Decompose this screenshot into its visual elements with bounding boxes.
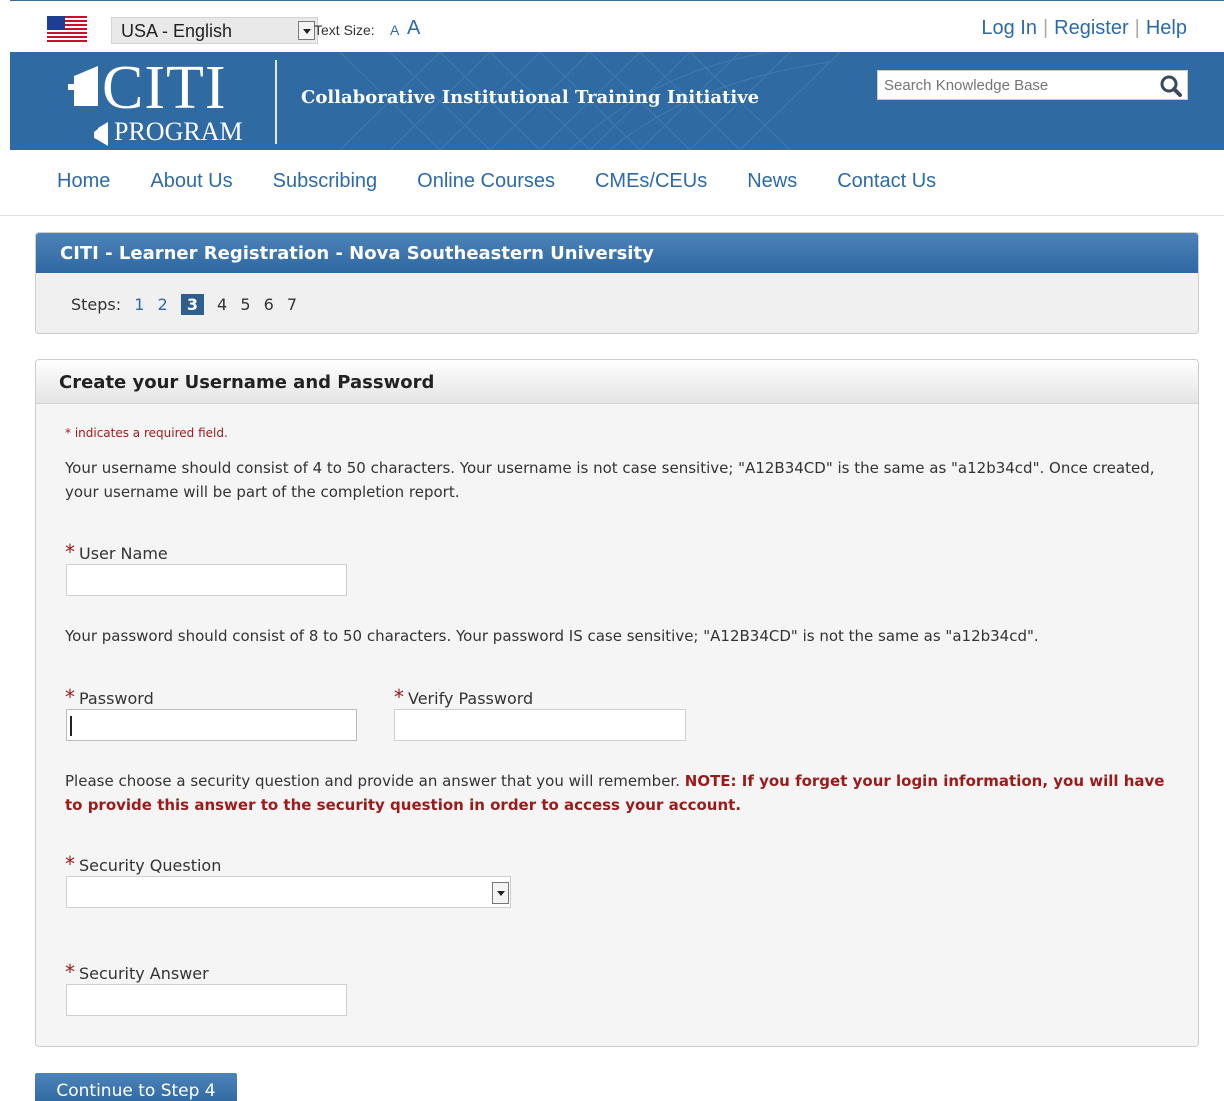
step-link-2[interactable]: 2 <box>158 295 168 314</box>
required-field-note: * indicates a required field. <box>65 426 228 440</box>
verify-password-input[interactable] <box>394 709 686 741</box>
language-select-value: USA - English <box>121 21 233 41</box>
security-answer-label: * Security Answer <box>65 960 209 984</box>
logo-program-text: PROGRAM <box>114 117 243 146</box>
nav-item-contact-us[interactable]: Contact Us <box>837 170 936 192</box>
username-input[interactable] <box>66 564 347 596</box>
required-star: * <box>394 685 404 709</box>
search-icon[interactable] <box>1159 74 1183 98</box>
language-select[interactable]: USA - English <box>111 17 318 44</box>
password-help-text: Your password should consist of 8 to 50 … <box>65 627 1039 645</box>
steps-indicator: Steps: 1 2 3 4 5 6 7 <box>71 294 298 315</box>
step-7: 7 <box>286 295 298 314</box>
search-input[interactable] <box>878 71 1143 99</box>
register-link[interactable]: Register <box>1054 17 1128 39</box>
nav-divider <box>0 215 1224 216</box>
required-star: * <box>65 540 75 564</box>
username-help-text: Your username should consist of 4 to 50 … <box>65 459 1155 501</box>
required-star: * <box>65 852 75 876</box>
security-question-select[interactable] <box>66 876 511 908</box>
chevron-down-icon[interactable] <box>298 21 315 40</box>
step-5: 5 <box>240 295 251 314</box>
link-separator: | <box>1134 17 1140 39</box>
nav-item-about-us[interactable]: About Us <box>150 170 232 192</box>
top-bar: USA - English Text Size: A A Log In | Regi… <box>10 0 1224 52</box>
verify-password-label: * Verify Password <box>394 685 533 709</box>
logo-divider <box>275 60 277 144</box>
nav-item-home[interactable]: Home <box>57 170 110 192</box>
steps-label: Steps: <box>71 295 122 314</box>
password-label-text: Password <box>79 689 154 708</box>
step-link-1[interactable]: 1 <box>134 295 144 314</box>
chevron-down-icon[interactable] <box>492 882 509 904</box>
login-link[interactable]: Log In <box>981 17 1037 39</box>
knowledge-base-search <box>877 70 1188 100</box>
step-4: 4 <box>217 295 228 314</box>
help-link[interactable]: Help <box>1146 17 1187 39</box>
security-question-label-text: Security Question <box>79 856 222 875</box>
account-links: Log In | Register | Help <box>981 17 1187 40</box>
required-star: * <box>65 960 75 984</box>
username-label-text: User Name <box>79 544 168 563</box>
security-help-text: Please choose a security question and pr… <box>65 769 1175 817</box>
security-answer-input[interactable] <box>66 984 347 1016</box>
us-flag-icon <box>47 16 87 42</box>
username-label: * User Name <box>65 540 168 564</box>
continue-button[interactable]: Continue to Step 4 <box>35 1073 237 1101</box>
registration-panel: CITI - Learner Registration - Nova South… <box>35 232 1199 334</box>
nav-item-subscribing[interactable]: Subscribing <box>273 170 378 192</box>
logo-citi-text: CITI <box>102 54 227 122</box>
nav-item-online-courses[interactable]: Online Courses <box>417 170 555 192</box>
nav-item-news[interactable]: News <box>747 170 797 192</box>
security-help-plain: Please choose a security question and pr… <box>65 772 680 790</box>
link-separator: | <box>1042 17 1049 39</box>
main-nav: Home About Us Subscribing Online Courses CME… <box>57 170 976 193</box>
step-6: 6 <box>263 295 274 314</box>
form-title: Create your Username and Password <box>36 360 1198 404</box>
site-tagline: Collaborative Institutional Training Ini… <box>301 87 760 108</box>
credentials-form-panel: Create your Username and Password * indi… <box>35 359 1199 1047</box>
text-size-large-button[interactable]: A <box>407 17 420 40</box>
security-answer-label-text: Security Answer <box>79 964 209 983</box>
header-banner: CITI PROGRAM Collaborative Institutional… <box>10 52 1224 150</box>
step-current-3: 3 <box>180 294 204 315</box>
password-input[interactable] <box>66 709 357 741</box>
text-size-label: Text Size: <box>314 22 375 38</box>
text-size-small-button[interactable]: A <box>390 22 399 38</box>
nav-item-cmes-ceus[interactable]: CMEs/CEUs <box>595 170 707 192</box>
registration-title: CITI - Learner Registration - Nova South… <box>36 233 1198 273</box>
required-star: * <box>65 685 75 709</box>
text-caret <box>70 716 72 736</box>
security-question-label: * Security Question <box>65 852 221 876</box>
password-label: * Password <box>65 685 154 709</box>
verify-password-label-text: Verify Password <box>408 689 534 708</box>
